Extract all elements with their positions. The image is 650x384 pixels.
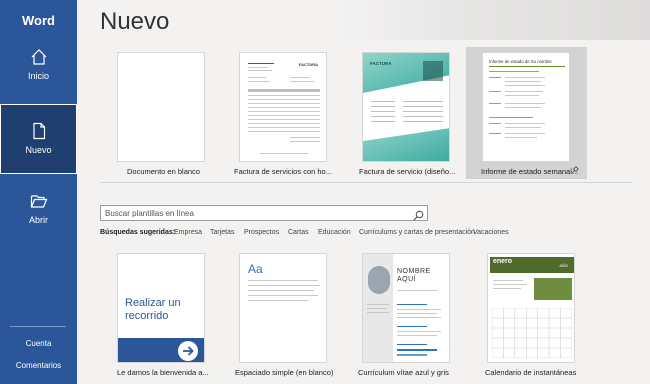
template-thumbnail: enero AÑO	[487, 253, 575, 363]
sidebar-item-label: Abrir	[28, 215, 48, 225]
template-invoice-design[interactable]: FACTURA Factura de servicio (diseño...	[353, 48, 465, 180]
pin-icon[interactable]	[571, 166, 579, 176]
template-snapshot-calendar[interactable]: enero AÑO Calendario de instantáneas	[477, 250, 589, 384]
arrow-right-icon	[178, 341, 198, 361]
suggestion-link[interactable]: Empresa	[174, 229, 202, 236]
template-thumbnail: FACTURA	[362, 52, 450, 162]
suggestion-link[interactable]: Vacaciones	[473, 229, 509, 236]
search-box[interactable]	[100, 205, 428, 221]
sidebar-item-abrir[interactable]: Abrir	[0, 192, 77, 262]
thumb-title: FACTURA	[370, 61, 392, 66]
thumb-title: enero	[493, 258, 513, 265]
suggestion-link[interactable]: Currículums y cartas de presentación	[359, 229, 475, 236]
search-input[interactable]	[101, 206, 411, 220]
app-title: Word	[22, 13, 55, 28]
suggestion-link[interactable]: Educación	[318, 229, 351, 236]
template-label: Espaciado simple (en blanco)	[235, 368, 334, 377]
suggested-searches-label: Búsquedas sugeridas:	[100, 229, 176, 236]
template-thumbnail: Aa	[239, 253, 327, 363]
template-label: Documento en blanco	[127, 167, 200, 176]
template-thumbnail: Informe de estado de Su nombre	[482, 52, 570, 162]
sidebar-divider	[10, 326, 66, 327]
template-label: Informe de estado semanal...	[481, 167, 579, 176]
template-label: Currículum vítae azul y gris	[358, 368, 449, 377]
section-divider	[100, 182, 632, 183]
sidebar-item-nuevo[interactable]: Nuevo	[0, 104, 77, 174]
folder-open-icon	[0, 192, 77, 210]
thumb-title: Informe de estado de Su nombre	[489, 59, 552, 64]
thumb-title: Realizar un recorrido	[125, 297, 181, 322]
template-label: Factura de servicios con ho...	[234, 167, 332, 176]
avatar	[368, 266, 390, 294]
template-label: Factura de servicio (diseño...	[359, 167, 456, 176]
main-panel: Nuevo Documento en blanco FACTURA Factur…	[77, 0, 650, 384]
sidebar: Word Inicio Nuevo Abrir Cuenta Comentari…	[0, 0, 77, 384]
sidebar-item-label: Inicio	[27, 71, 49, 81]
sidebar-link-cuenta[interactable]: Cuenta	[0, 339, 77, 348]
sidebar-item-label: Nuevo	[25, 145, 52, 155]
suggestion-link[interactable]: Tarjetas	[210, 229, 235, 236]
template-single-spaced[interactable]: Aa Espaciado simple (en blanco)	[229, 250, 341, 384]
page-title: Nuevo	[100, 8, 170, 35]
thumb-year: AÑO	[559, 263, 568, 268]
suggestion-link[interactable]: Prospectos	[244, 229, 279, 236]
template-weekly-status-report[interactable]: Informe de estado de Su nombre Informe d…	[466, 47, 587, 179]
template-welcome-tour[interactable]: Realizar un recorrido Le damos la bienve…	[107, 250, 219, 384]
template-thumbnail: Realizar un recorrido	[117, 253, 205, 363]
calendar-photo	[534, 278, 572, 300]
template-thumbnail	[117, 52, 205, 162]
template-thumbnail: NOMBRE AQUÍ	[362, 253, 450, 363]
suggestion-link[interactable]: Cartas	[288, 229, 309, 236]
template-label: Calendario de instantáneas	[485, 368, 577, 377]
new-document-icon	[0, 122, 77, 140]
template-label: Le damos la bienvenida a...	[117, 368, 209, 377]
thumb-title: FACTURA	[298, 62, 318, 67]
thumb-title: NOMBRE AQUÍ	[397, 268, 431, 283]
search-icon[interactable]	[413, 208, 424, 226]
sidebar-link-comentarios[interactable]: Comentarios	[0, 361, 77, 370]
template-blank-document[interactable]: Documento en blanco	[107, 48, 219, 180]
template-resume-blue-gray[interactable]: NOMBRE AQUÍ Currículum vítae azul y gris	[353, 250, 465, 384]
template-thumbnail: FACTURA	[239, 52, 327, 162]
template-invoice-hours[interactable]: FACTURA Factura de servicios con ho...	[229, 48, 341, 180]
home-icon	[0, 48, 77, 66]
header-decoration	[337, 0, 650, 40]
thumb-title: Aa	[248, 262, 263, 276]
